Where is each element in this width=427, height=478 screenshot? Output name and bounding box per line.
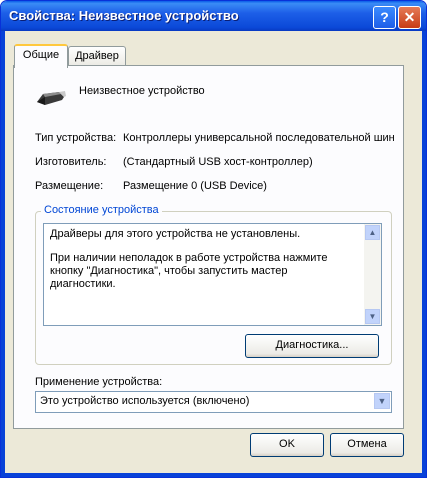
window-frame-bottom [1, 473, 426, 477]
device-type-value: Контроллеры универсальной последовательн… [123, 132, 395, 144]
diagnostics-button[interactable]: Диагностика... [245, 334, 379, 358]
status-scrollbar[interactable]: ▲ ▼ [364, 224, 381, 325]
chevron-down-icon[interactable]: ▼ [374, 393, 390, 409]
device-status-title: Состояние устройства [41, 204, 162, 216]
device-usage-value: Это устройство используется (включено) [40, 395, 250, 407]
device-usage-select[interactable]: Это устройство используется (включено) ▼ [35, 391, 392, 413]
scroll-down-arrow-icon[interactable]: ▼ [365, 309, 380, 324]
status-help-message: При наличии неполадок в работе устройств… [50, 252, 328, 290]
device-type-label: Тип устройства: [35, 132, 117, 144]
location-label: Размещение: [35, 180, 104, 192]
tab-driver[interactable]: Драйвер [68, 46, 126, 65]
help-button[interactable]: ? [373, 6, 396, 29]
device-usage-label: Применение устройства: [35, 376, 163, 388]
status-text: Драйверы для этого устройства не установ… [50, 228, 350, 302]
close-button[interactable]: ✕ [398, 6, 421, 29]
scroll-up-arrow-icon[interactable]: ▲ [365, 225, 380, 240]
manufacturer-value: (Стандартный USB хост-контроллер) [123, 156, 313, 168]
usb-connector-icon [37, 91, 66, 105]
ok-button[interactable]: OK [250, 433, 324, 457]
manufacturer-label: Изготовитель: [35, 156, 107, 168]
status-message: Драйверы для этого устройства не установ… [50, 228, 301, 240]
window-title: Свойства: Неизвестное устройство [9, 8, 239, 23]
device-status-textbox[interactable]: Драйверы для этого устройства не установ… [43, 223, 382, 326]
title-bar[interactable]: Свойства: Неизвестное устройство ? ✕ [1, 1, 426, 31]
window-frame-right [422, 31, 426, 477]
properties-window: Свойства: Неизвестное устройство ? ✕ Общ… [0, 0, 427, 478]
location-value: Размещение 0 (USB Device) [123, 180, 267, 192]
tab-general[interactable]: Общие [14, 44, 68, 68]
device-name: Неизвестное устройство [79, 85, 205, 97]
cancel-button[interactable]: Отмена [330, 433, 404, 457]
